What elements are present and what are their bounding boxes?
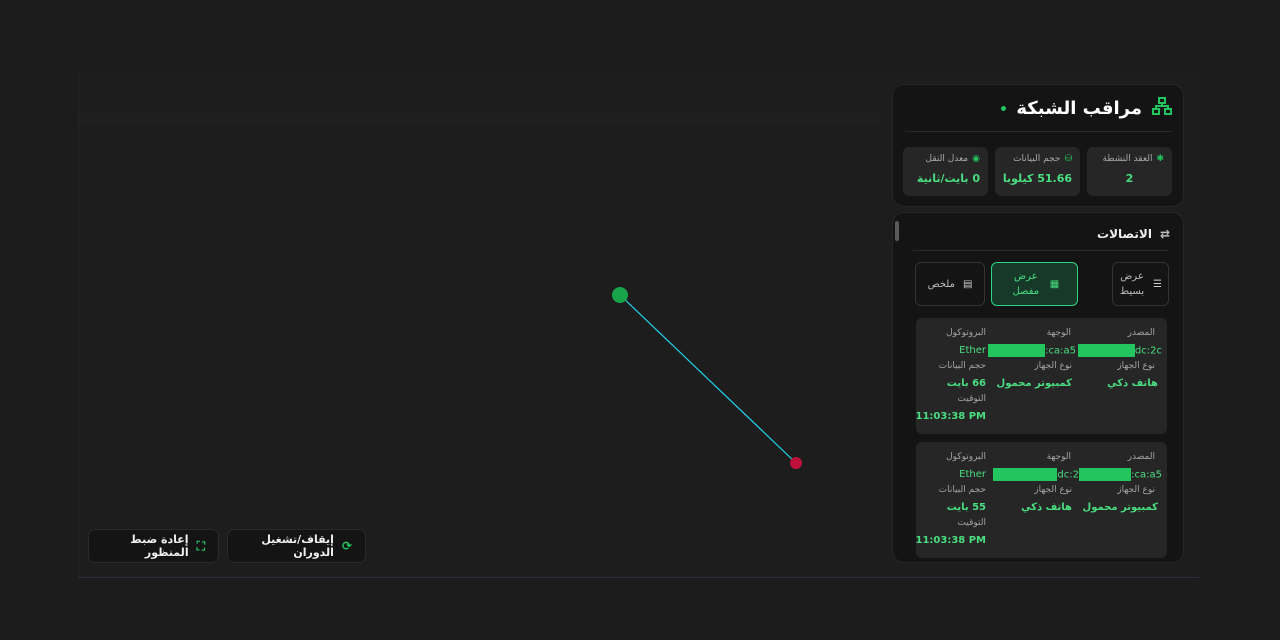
protocol-value: Ether — [959, 469, 986, 480]
destination-device-type: كمبيوتر محمول — [996, 378, 1072, 389]
stat-transfer-rate: ◉ معدل النقل 0 بايت/ثانية — [903, 147, 988, 196]
stat-value: 0 بايت/ثانية — [916, 172, 980, 185]
reset-view-button[interactable]: ⛶ إعادة ضبط المنظور — [88, 529, 219, 563]
expand-icon: ⛶ — [196, 538, 205, 553]
redaction-block — [988, 344, 1046, 357]
reset-view-label: إعادة ضبط المنظور — [130, 533, 189, 559]
time-label: التوقيت — [957, 518, 986, 528]
detailed-view-button[interactable]: ▦ عرض مفصل — [991, 262, 1078, 306]
simple-view-label: عرض بسيط — [1119, 271, 1145, 297]
list-icon: ☰ — [1153, 278, 1162, 290]
source-address: dc:2c — [1077, 344, 1162, 357]
divider — [905, 131, 1171, 132]
source-address: ca:a5: — [1079, 468, 1162, 481]
toggle-rotation-label: إيقاف/تشغيل الدوران — [261, 533, 334, 559]
time-value: 11:03:38 PM — [915, 411, 986, 422]
summary-view-label: ملخص — [927, 278, 955, 290]
destination-address: dc:2 — [993, 468, 1079, 481]
size-value: 55 بايت — [946, 502, 986, 513]
protocol-label: البروتوكول — [946, 328, 986, 338]
protocol-value: Ether — [959, 345, 986, 356]
destination-address-text: dc:2 — [1057, 469, 1079, 481]
stat-value: 51.66 كيلوبايـ — [1003, 172, 1072, 185]
connections-header: ⇄ الاتصالات — [1097, 227, 1170, 241]
destination-address: ca:a5: — [988, 344, 1076, 357]
source-label: المصدر — [1127, 328, 1155, 338]
destination-address-text: ca:a5: — [1045, 345, 1076, 357]
connection-card[interactable]: المصدر dc:2c نوع الجهاز هاتف ذكي الوجهة … — [915, 318, 1167, 434]
swap-arrows-icon: ⇄ — [1159, 227, 1170, 241]
device-type-label: نوع الجهاز — [1117, 361, 1155, 371]
divider — [913, 250, 1169, 251]
size-label: حجم البيانات — [938, 361, 986, 371]
detailed-view-label: عرض مفصل — [1012, 271, 1040, 297]
redaction-block — [1079, 468, 1132, 481]
source-device-type: كمبيوتر محمول — [1082, 502, 1158, 513]
toggle-rotation-button[interactable]: ⟳ إيقاف/تشغيل الدوران — [227, 529, 366, 563]
destination-device-type: هاتف ذكي — [1021, 502, 1072, 513]
summary-panel: مراقب الشبكة ✱ العقد النشطة 2 ⛁ حجم البيان… — [892, 84, 1184, 207]
destination-label: الوجهة — [1046, 328, 1071, 338]
source-address-text: ca:a5: — [1131, 469, 1162, 481]
refresh-icon: ⟳ — [341, 539, 352, 553]
stat-value: 2 — [1125, 172, 1134, 185]
stat-active-nodes: ✱ العقد النشطة 2 — [1087, 147, 1172, 196]
simple-view-button[interactable]: ☰ عرض بسيط — [1112, 262, 1169, 306]
connection-card[interactable]: المصدر ca:a5: نوع الجهاز كمبيوتر محمول ا… — [915, 442, 1167, 558]
source-address-text: dc:2c — [1134, 345, 1162, 357]
connections-panel[interactable]: ⇄ الاتصالات ☰ عرض بسيط ▦ عرض مفصل ▤ ملخص… — [892, 212, 1184, 563]
database-icon: ⛁ — [1064, 154, 1072, 164]
connections-title: الاتصالات — [1097, 227, 1152, 241]
time-value: 11:03:38 PM — [915, 535, 986, 546]
nodes-icon: ✱ — [1156, 154, 1164, 164]
stage-band — [79, 112, 879, 126]
redaction-block — [1077, 344, 1135, 357]
source-label: المصدر — [1127, 452, 1155, 462]
stat-label: حجم البيانات — [1013, 154, 1061, 164]
destination-label: الوجهة — [1046, 452, 1071, 462]
source-device-type: هاتف ذكي — [1107, 378, 1158, 389]
time-label: التوقيت — [957, 394, 986, 404]
size-label: حجم البيانات — [938, 485, 986, 495]
device-type-label: نوع الجهاز — [1117, 485, 1155, 495]
device-type-label: نوع الجهاز — [1034, 485, 1072, 495]
size-value: 66 بايت — [946, 378, 986, 389]
protocol-label: البروتوكول — [946, 452, 986, 462]
device-type-label: نوع الجهاز — [1034, 361, 1072, 371]
summary-view-button[interactable]: ▤ ملخص — [915, 262, 985, 306]
gauge-icon: ◉ — [972, 154, 980, 164]
chart-icon: ▤ — [962, 278, 973, 290]
table-icon: ▦ — [1049, 278, 1060, 290]
stat-label: العقد النشطة — [1102, 154, 1153, 164]
live-status-dot — [1001, 106, 1007, 111]
page-title: مراقب الشبكة — [1016, 98, 1142, 119]
redaction-block — [993, 468, 1058, 481]
stat-label: معدل النقل — [925, 154, 969, 164]
panel-header: مراقب الشبكة — [1001, 97, 1172, 120]
network-icon — [1152, 97, 1172, 120]
stat-data-volume: ⛁حجم البيانات 51.66 كيلوبايـ — [995, 147, 1080, 196]
scrollbar[interactable] — [895, 221, 899, 241]
